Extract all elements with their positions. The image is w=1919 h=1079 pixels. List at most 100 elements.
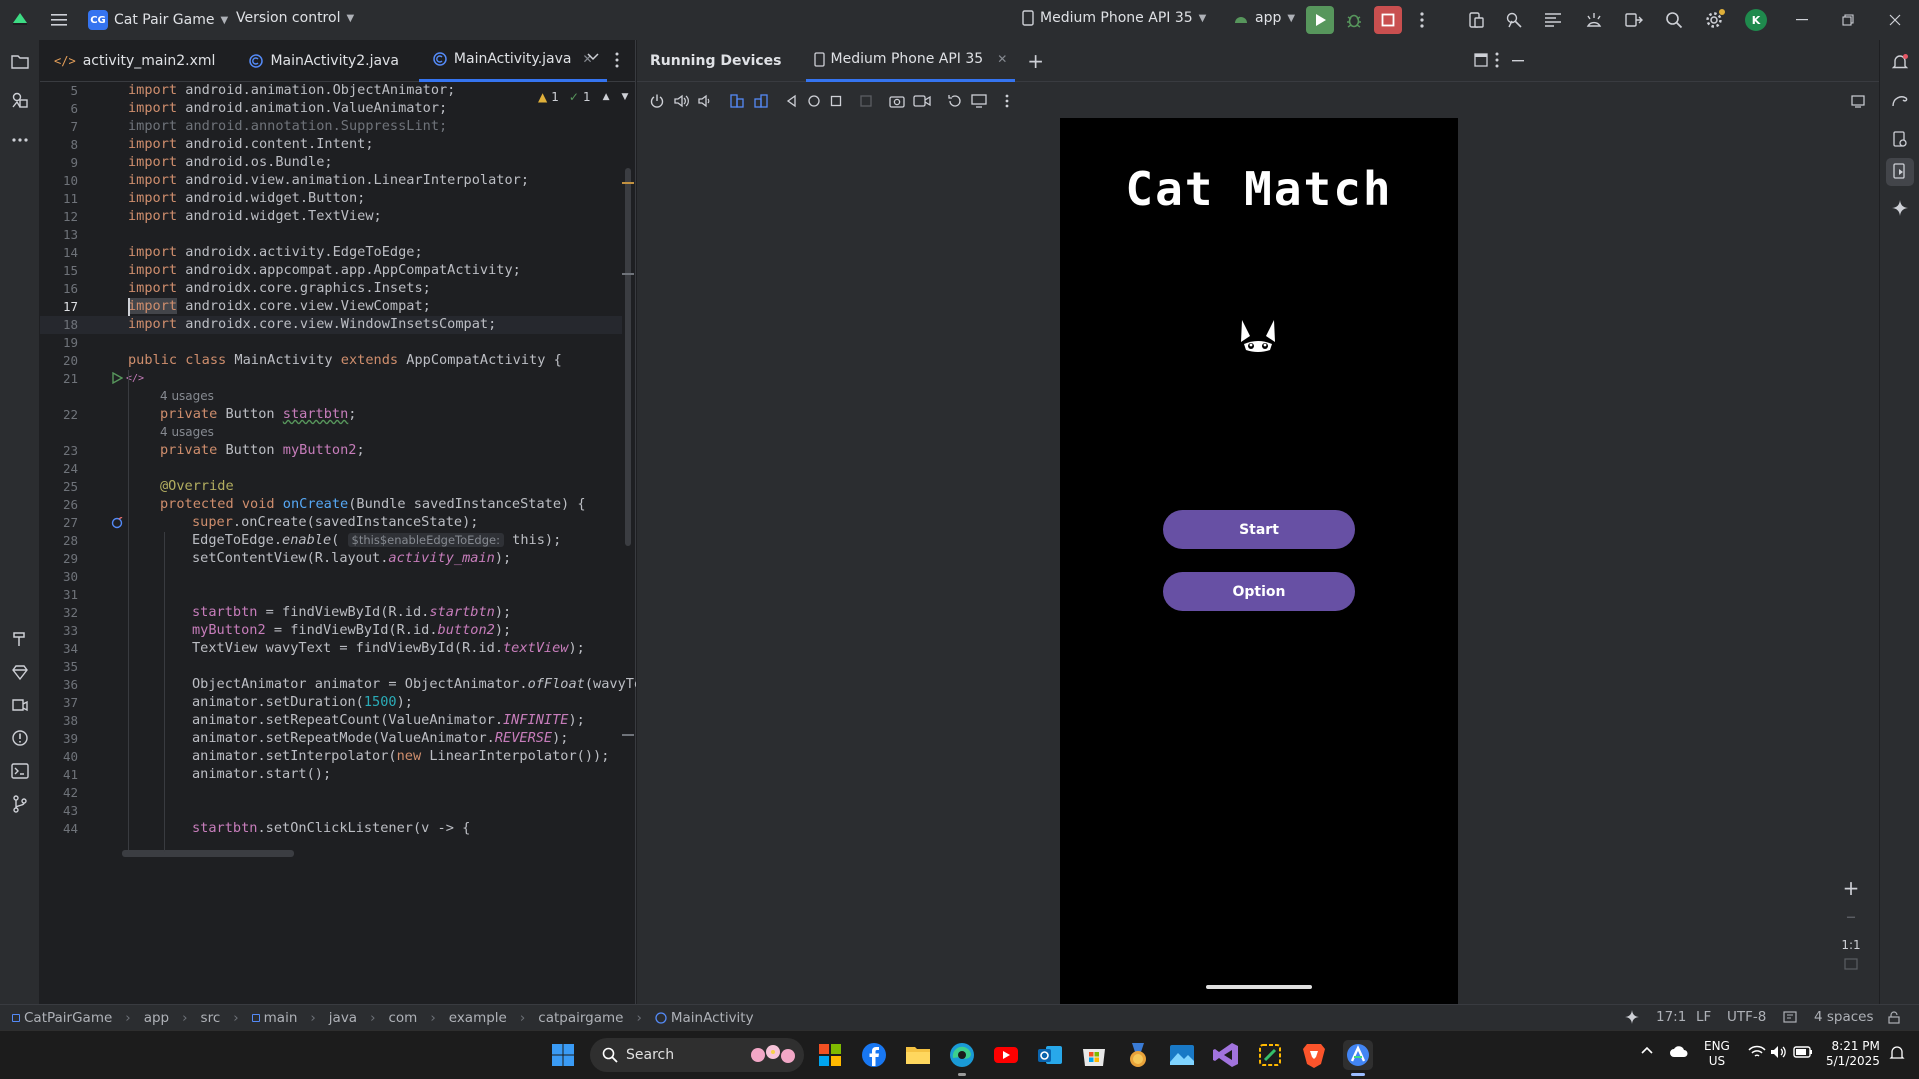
battery-icon[interactable]	[1793, 1045, 1813, 1059]
panel-layout-icon[interactable]	[1474, 53, 1488, 67]
breadcrumb-item[interactable]: src	[201, 1010, 221, 1026]
main-menu-icon[interactable]	[45, 6, 73, 34]
volume-down-icon[interactable]	[697, 93, 713, 109]
error-stripe-marker[interactable]	[622, 273, 634, 275]
error-stripe-marker[interactable]	[622, 734, 634, 736]
back-icon[interactable]	[785, 94, 799, 108]
youtube-icon[interactable]	[991, 1040, 1021, 1070]
device-mirroring-icon[interactable]	[1620, 6, 1648, 34]
screen-record-icon[interactable]	[913, 94, 931, 108]
notification-center-bell-icon[interactable]	[1889, 1045, 1905, 1061]
android-studio-taskbar-icon[interactable]	[1343, 1040, 1373, 1076]
breadcrumb-item[interactable]: MainActivity	[671, 1010, 754, 1026]
ai-sparkle-icon[interactable]	[1625, 1010, 1639, 1024]
restore-window-icon[interactable]	[1834, 6, 1862, 34]
readonly-toggle-icon[interactable]	[1783, 1011, 1797, 1023]
taskbar-search-box[interactable]: Search	[590, 1038, 804, 1072]
brave-browser-icon[interactable]	[1299, 1040, 1329, 1070]
minimize-window-icon[interactable]	[1788, 6, 1816, 34]
gesture-nav-handle[interactable]	[1206, 985, 1312, 989]
tab-mainactivity2-java[interactable]: MainActivity2.java	[235, 40, 412, 82]
breadcrumb-item[interactable]: com	[389, 1010, 418, 1026]
facebook-icon[interactable]	[859, 1040, 889, 1070]
start-button[interactable]: Start	[1163, 510, 1355, 549]
gemini-sparkle-icon[interactable]	[1886, 194, 1914, 222]
windows-start-icon[interactable]	[548, 1040, 578, 1070]
breadcrumb-item[interactable]: app	[144, 1010, 169, 1026]
device-selector[interactable]: Medium Phone API 35 ▼	[1022, 10, 1206, 26]
microsoft-store-icon[interactable]	[1079, 1040, 1109, 1070]
resource-manager-icon[interactable]	[6, 86, 34, 114]
logcat-icon[interactable]	[1539, 6, 1567, 34]
build-hammer-icon[interactable]	[6, 625, 34, 653]
project-folder-icon[interactable]	[6, 48, 34, 76]
gradle-icon[interactable]	[1886, 86, 1914, 114]
toolbar-more-icon[interactable]	[1005, 94, 1009, 108]
editor-more-icon[interactable]	[615, 52, 619, 68]
add-device-icon[interactable]: +	[1027, 49, 1044, 73]
photos-icon[interactable]	[1167, 1040, 1197, 1070]
panel-more-icon[interactable]	[1495, 52, 1499, 68]
volume-up-icon[interactable]	[673, 93, 689, 109]
home-icon[interactable]	[807, 94, 821, 108]
display-settings-icon[interactable]	[971, 93, 989, 109]
snipping-tool-icon[interactable]	[1255, 1040, 1285, 1070]
power-icon[interactable]	[649, 93, 665, 109]
run-button[interactable]	[1306, 6, 1334, 34]
more-actions-icon[interactable]	[1408, 6, 1436, 34]
vertical-scrollbar[interactable]	[625, 168, 631, 546]
rotate-left-icon[interactable]	[729, 93, 745, 109]
terminal-icon[interactable]	[6, 757, 34, 785]
search-icon[interactable]	[1660, 6, 1688, 34]
visual-studio-icon[interactable]	[1211, 1040, 1241, 1070]
show-hidden-icons-chevron-icon[interactable]	[1640, 1045, 1654, 1055]
code-area[interactable]: ▲ 1 ✓ 1 ▲ ▼ 5 6 7 8 9 10 11 12 13 14 15 16 17 18 19 20 21 2…	[40, 82, 636, 1002]
rewards-medal-icon[interactable]	[1123, 1040, 1153, 1070]
file-encoding[interactable]: UTF-8	[1727, 1009, 1766, 1025]
close-window-icon[interactable]	[1881, 6, 1909, 34]
run-config-selector[interactable]: app ▼	[1233, 10, 1295, 26]
device-tab[interactable]: Medium Phone API 35 ✕	[805, 40, 1016, 82]
app-quality-insights-icon[interactable]	[6, 691, 34, 719]
onedrive-cloud-icon[interactable]	[1669, 1044, 1689, 1058]
version-control-menu[interactable]: Version control ▼	[236, 10, 354, 26]
caret-position[interactable]: 17:1	[1656, 1009, 1686, 1025]
device-mirror-settings-icon[interactable]	[1851, 94, 1865, 108]
breadcrumb-item[interactable]: main	[264, 1010, 298, 1026]
sdk-manager-icon[interactable]	[1580, 6, 1608, 34]
settings-gear-icon[interactable]	[1700, 6, 1728, 34]
git-branch-icon[interactable]	[6, 790, 34, 818]
tabs-dropdown-chevron-icon[interactable]	[587, 53, 599, 61]
indent-setting[interactable]: 4 spaces	[1814, 1009, 1874, 1025]
debug-button[interactable]	[1340, 6, 1368, 34]
edge-browser-icon[interactable]	[947, 1040, 977, 1076]
error-stripe-marker[interactable]	[622, 182, 634, 184]
app-inspection-icon[interactable]	[1500, 6, 1528, 34]
zoom-in-icon[interactable]: +	[1843, 876, 1860, 904]
usages-hint[interactable]: 4 usages	[160, 425, 214, 439]
panel-minimize-icon[interactable]	[1512, 60, 1524, 62]
project-selector[interactable]: CG Cat Pair Game ▼	[88, 10, 228, 30]
widgets-icon[interactable]	[815, 1040, 845, 1070]
overview-icon[interactable]	[829, 94, 843, 108]
running-devices-icon[interactable]	[1886, 158, 1914, 186]
breadcrumb-item[interactable]: CatPairGame	[24, 1010, 112, 1026]
avatar[interactable]: K	[1745, 9, 1767, 31]
tab-mainactivity-java[interactable]: MainActivity.java ✕	[418, 40, 607, 82]
horizontal-scrollbar[interactable]	[122, 850, 294, 857]
line-separator[interactable]: LF	[1696, 1009, 1711, 1025]
breadcrumb-item[interactable]: java	[329, 1010, 357, 1026]
zoom-actual-size[interactable]: 1:1	[1841, 932, 1860, 958]
usages-hint[interactable]: 4 usages	[160, 389, 214, 403]
clock[interactable]: 8:21 PM 5/1/2025	[1826, 1039, 1880, 1069]
file-explorer-icon[interactable]	[903, 1040, 933, 1070]
more-tool-windows-icon[interactable]	[6, 126, 34, 154]
emulator-screen[interactable]: Cat Match Start Option	[1060, 118, 1458, 1004]
breadcrumb-item[interactable]: example	[449, 1010, 507, 1026]
stop-button[interactable]	[1374, 6, 1402, 34]
outlook-icon[interactable]	[1035, 1040, 1065, 1070]
close-tab-icon[interactable]: ✕	[997, 52, 1007, 66]
snapshots-icon[interactable]	[947, 93, 963, 109]
device-manager-icon[interactable]	[1462, 6, 1490, 34]
problems-icon[interactable]	[6, 724, 34, 752]
